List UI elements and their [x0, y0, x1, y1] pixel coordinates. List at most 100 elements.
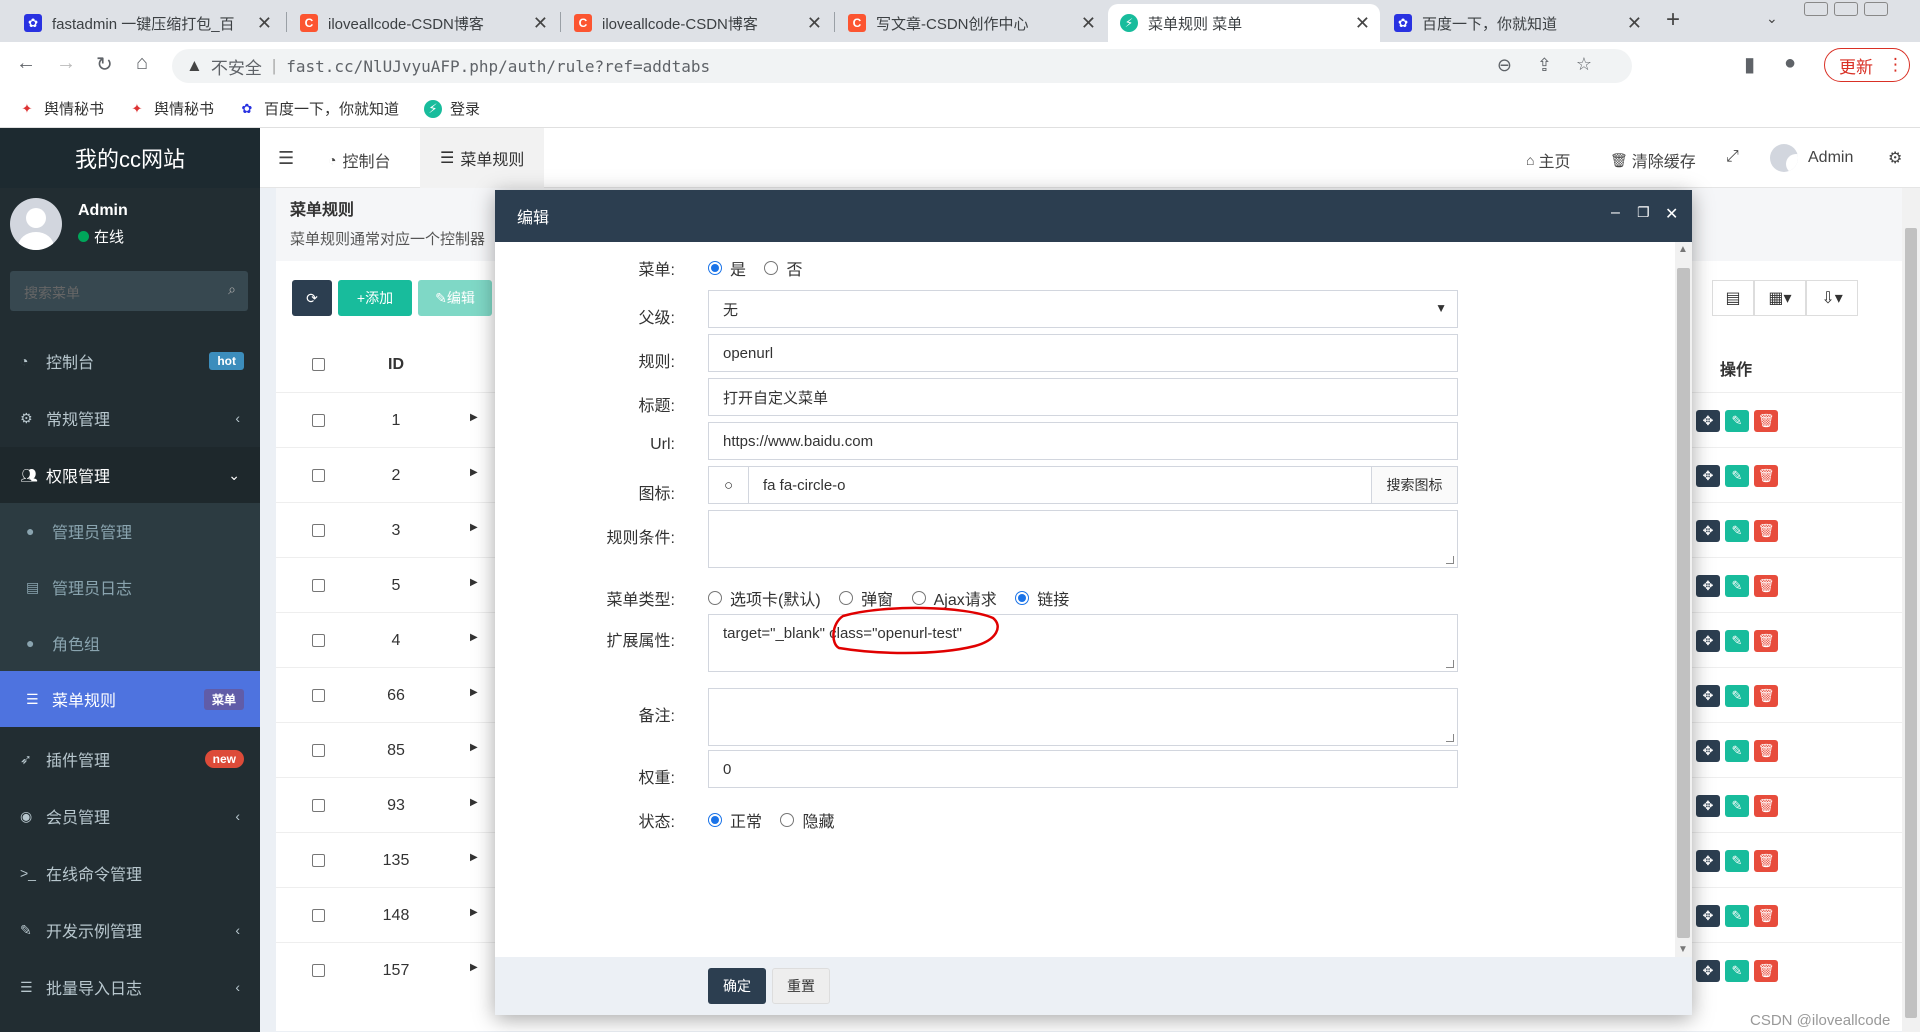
close-icon[interactable]: ✕	[533, 13, 548, 34]
select-all-checkbox[interactable]	[312, 358, 325, 371]
delete-icon[interactable]: 🗑︎	[1754, 685, 1778, 707]
back-icon[interactable]: ←	[16, 52, 36, 75]
edit-icon[interactable]: ✎	[1725, 795, 1749, 817]
row-checkbox[interactable]	[312, 634, 325, 647]
nav-tab-rule[interactable]: ☰ 菜单规则	[420, 128, 545, 188]
sidebar-item-adminlog[interactable]: ▤ 管理员日志	[0, 559, 260, 615]
delete-icon[interactable]: 🗑︎	[1754, 575, 1778, 597]
row-checkbox[interactable]	[312, 744, 325, 757]
browser-tab[interactable]: C iloveallcode-CSDN博客 ✕	[562, 4, 832, 42]
menu-yes-radio[interactable]: 是	[708, 256, 746, 280]
star-icon[interactable]: ☆	[1576, 54, 1592, 75]
sidebar-item-import[interactable]: ☰ 批量导入日志 ‹	[0, 959, 260, 1015]
nav-tab-dashboard[interactable]: ◔ 控制台	[328, 148, 390, 172]
row-checkbox[interactable]	[312, 964, 325, 977]
row-checkbox[interactable]	[312, 414, 325, 427]
edit-icon[interactable]: ✎	[1725, 465, 1749, 487]
minimize-icon[interactable]: –	[1611, 204, 1620, 222]
restore-icon[interactable]	[1834, 2, 1858, 16]
refresh-button[interactable]: ⟳	[292, 280, 332, 316]
sidebar-item-group[interactable]: ● 角色组	[0, 615, 260, 671]
delete-icon[interactable]: 🗑︎	[1754, 520, 1778, 542]
menu-no-radio[interactable]: 否	[764, 256, 802, 280]
sidebar-toggle-icon[interactable]: ☰	[278, 148, 294, 169]
row-checkbox[interactable]	[312, 909, 325, 922]
admin-menu[interactable]: Admin	[1770, 144, 1853, 172]
zoom-icon[interactable]: ⊖	[1497, 55, 1512, 76]
row-checkbox[interactable]	[312, 854, 325, 867]
url-field[interactable]: ▲ 不安全 | fast.cc/NlUJvyuAFP.php/auth/rule…	[172, 49, 1632, 83]
edit-icon[interactable]: ✎	[1725, 740, 1749, 762]
drag-icon[interactable]: ✥	[1696, 795, 1720, 817]
status-normal-radio[interactable]: 正常	[708, 808, 762, 832]
sidebar-item-command[interactable]: >_ 在线命令管理	[0, 845, 260, 901]
drag-icon[interactable]: ✥	[1696, 685, 1720, 707]
menutype-addtabs-radio[interactable]: 选项卡(默认)	[708, 586, 821, 610]
row-checkbox[interactable]	[312, 469, 325, 482]
update-button[interactable]: 更新 ⋮	[1824, 48, 1910, 82]
drag-icon[interactable]: ✥	[1696, 740, 1720, 762]
delete-icon[interactable]: 🗑︎	[1754, 850, 1778, 872]
export-button[interactable]: ⇩▾	[1806, 280, 1858, 316]
drag-icon[interactable]: ✥	[1696, 465, 1720, 487]
delete-icon[interactable]: 🗑︎	[1754, 960, 1778, 982]
drag-icon[interactable]: ✥	[1696, 575, 1720, 597]
close-icon[interactable]: ✕	[807, 13, 822, 34]
minimize-icon[interactable]	[1804, 2, 1828, 16]
edit-icon[interactable]: ✎	[1725, 960, 1749, 982]
edit-icon[interactable]: ✎	[1725, 410, 1749, 432]
sidebar-item-dashboard[interactable]: ◔ 控制台 hot	[0, 333, 260, 389]
close-icon[interactable]: ✕	[1627, 13, 1642, 34]
scroll-down-icon[interactable]: ▼	[1678, 944, 1688, 955]
delete-icon[interactable]: 🗑︎	[1754, 795, 1778, 817]
home-link[interactable]: ⌂ 主页	[1526, 148, 1570, 172]
toggle-view-button[interactable]: ▤	[1712, 280, 1754, 316]
edit-icon[interactable]: ✎	[1725, 685, 1749, 707]
browser-tab[interactable]: C 写文章-CSDN创作中心 ✕	[836, 4, 1106, 42]
edit-icon[interactable]: ✎	[1725, 905, 1749, 927]
row-checkbox[interactable]	[312, 689, 325, 702]
sidebar-item-addon[interactable]: ➶ 插件管理 new	[0, 731, 260, 787]
close-icon[interactable]: ✕	[1355, 13, 1370, 34]
parent-select[interactable]: 无 ▼	[708, 290, 1458, 328]
page-scrollbar[interactable]	[1902, 188, 1920, 1032]
browser-tab[interactable]: ✿ 百度一下，你就知道 ✕	[1382, 4, 1652, 42]
search-icon-button[interactable]: 搜索图标	[1371, 467, 1457, 503]
edit-button[interactable]: ✎ 编辑	[418, 280, 492, 316]
sidebar-item-admin[interactable]: ● 管理员管理	[0, 503, 260, 559]
edit-icon[interactable]: ✎	[1725, 630, 1749, 652]
bookmark-item[interactable]: ✦ 舆情秘书	[18, 98, 104, 119]
delete-icon[interactable]: 🗑︎	[1754, 630, 1778, 652]
dialog-scrollbar[interactable]: ▲ ▼	[1675, 242, 1692, 957]
site-logo[interactable]: 我的cc网站	[0, 128, 260, 188]
sidebar-item-example[interactable]: ✎ 开发示例管理 ‹	[0, 902, 260, 958]
title-input[interactable]: 打开自定义菜单	[708, 378, 1458, 416]
resize-handle[interactable]	[1446, 556, 1454, 564]
edit-icon[interactable]: ✎	[1725, 850, 1749, 872]
clear-cache-button[interactable]: 🗑︎ 清除缓存	[1610, 148, 1696, 172]
status-hidden-radio[interactable]: 隐藏	[780, 808, 834, 832]
page-scrollbar-thumb[interactable]	[1905, 228, 1917, 1018]
new-tab-icon[interactable]: +	[1666, 6, 1680, 34]
side-panel-icon[interactable]: ▮	[1744, 52, 1755, 77]
icon-input[interactable]: fa fa-circle-o	[749, 477, 1371, 494]
forward-icon[interactable]: →	[56, 52, 76, 75]
delete-icon[interactable]: 🗑︎	[1754, 740, 1778, 762]
bookmark-item[interactable]: ✦ 舆情秘书	[128, 98, 214, 119]
bookmark-item[interactable]: ✿ 百度一下，你就知道	[238, 98, 399, 119]
menutype-link-radio[interactable]: 链接	[1015, 586, 1069, 610]
chevron-down-icon[interactable]: ⌄	[1766, 10, 1778, 27]
profile-icon[interactable]: ●	[1784, 52, 1796, 75]
fullscreen-icon[interactable]: ⤢	[1726, 148, 1739, 166]
scroll-up-icon[interactable]: ▲	[1678, 244, 1688, 255]
drag-icon[interactable]: ✥	[1696, 960, 1720, 982]
bookmark-item[interactable]: ⚡ 登录	[424, 98, 480, 119]
drag-icon[interactable]: ✥	[1696, 850, 1720, 872]
drag-icon[interactable]: ✥	[1696, 520, 1720, 542]
sidebar-item-rule[interactable]: ☰ 菜单规则 菜单	[0, 671, 260, 727]
columns-button[interactable]: ▦▾	[1754, 280, 1806, 316]
gear-icon[interactable]: ⚙	[1888, 148, 1902, 168]
drag-icon[interactable]: ✥	[1696, 410, 1720, 432]
extend-textarea[interactable]: target="_blank" class="openurl-test"	[708, 614, 1458, 672]
browser-tab[interactable]: C iloveallcode-CSDN博客 ✕	[288, 4, 558, 42]
